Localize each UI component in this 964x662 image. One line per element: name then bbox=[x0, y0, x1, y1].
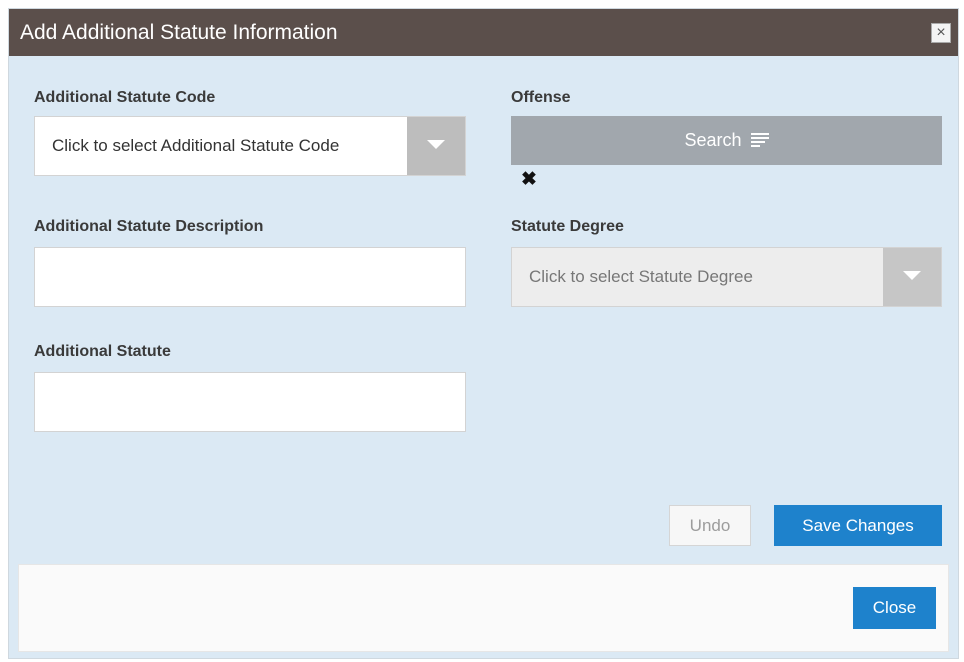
additional-statute-label: Additional Statute bbox=[34, 343, 171, 360]
additional-statute-input[interactable] bbox=[34, 372, 466, 432]
caret-down-icon bbox=[427, 140, 445, 149]
offense-search-button[interactable]: Search bbox=[511, 116, 942, 165]
offense-clear-icon[interactable]: ✖ bbox=[521, 170, 537, 190]
statute-description-label: Additional Statute Description bbox=[34, 218, 264, 235]
statute-degree-select[interactable]: Click to select Statute Degree bbox=[511, 247, 942, 307]
statute-description-input[interactable] bbox=[34, 247, 466, 307]
save-changes-button[interactable]: Save Changes bbox=[774, 505, 942, 546]
statute-code-dropdown-button[interactable] bbox=[407, 117, 465, 175]
add-statute-dialog: Add Additional Statute Information × Add… bbox=[8, 8, 959, 659]
dialog-titlebar: Add Additional Statute Information × bbox=[9, 9, 958, 56]
statute-degree-dropdown-button[interactable] bbox=[883, 248, 941, 306]
statute-code-select[interactable]: Click to select Additional Statute Code bbox=[34, 116, 466, 176]
statute-code-label: Additional Statute Code bbox=[34, 89, 216, 106]
offense-label: Offense bbox=[511, 89, 571, 106]
undo-button[interactable]: Undo bbox=[669, 505, 751, 546]
search-button-label: Search bbox=[684, 130, 742, 150]
dialog-title: Add Additional Statute Information bbox=[20, 21, 338, 44]
list-lines-icon bbox=[750, 132, 769, 147]
statute-degree-label: Statute Degree bbox=[511, 218, 624, 235]
close-button[interactable]: Close bbox=[853, 587, 936, 629]
statute-code-placeholder: Click to select Additional Statute Code bbox=[52, 136, 340, 155]
dialog-footer: Close bbox=[18, 564, 949, 652]
caret-down-icon bbox=[903, 271, 921, 280]
dialog-close-icon[interactable]: × bbox=[931, 23, 951, 43]
statute-degree-placeholder: Click to select Statute Degree bbox=[529, 267, 753, 286]
